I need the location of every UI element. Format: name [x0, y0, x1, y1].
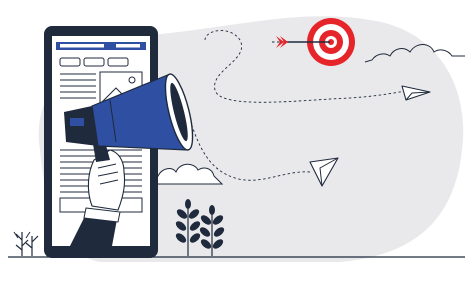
marketing-illustration — [8, 16, 465, 262]
grass-icon — [13, 231, 39, 256]
